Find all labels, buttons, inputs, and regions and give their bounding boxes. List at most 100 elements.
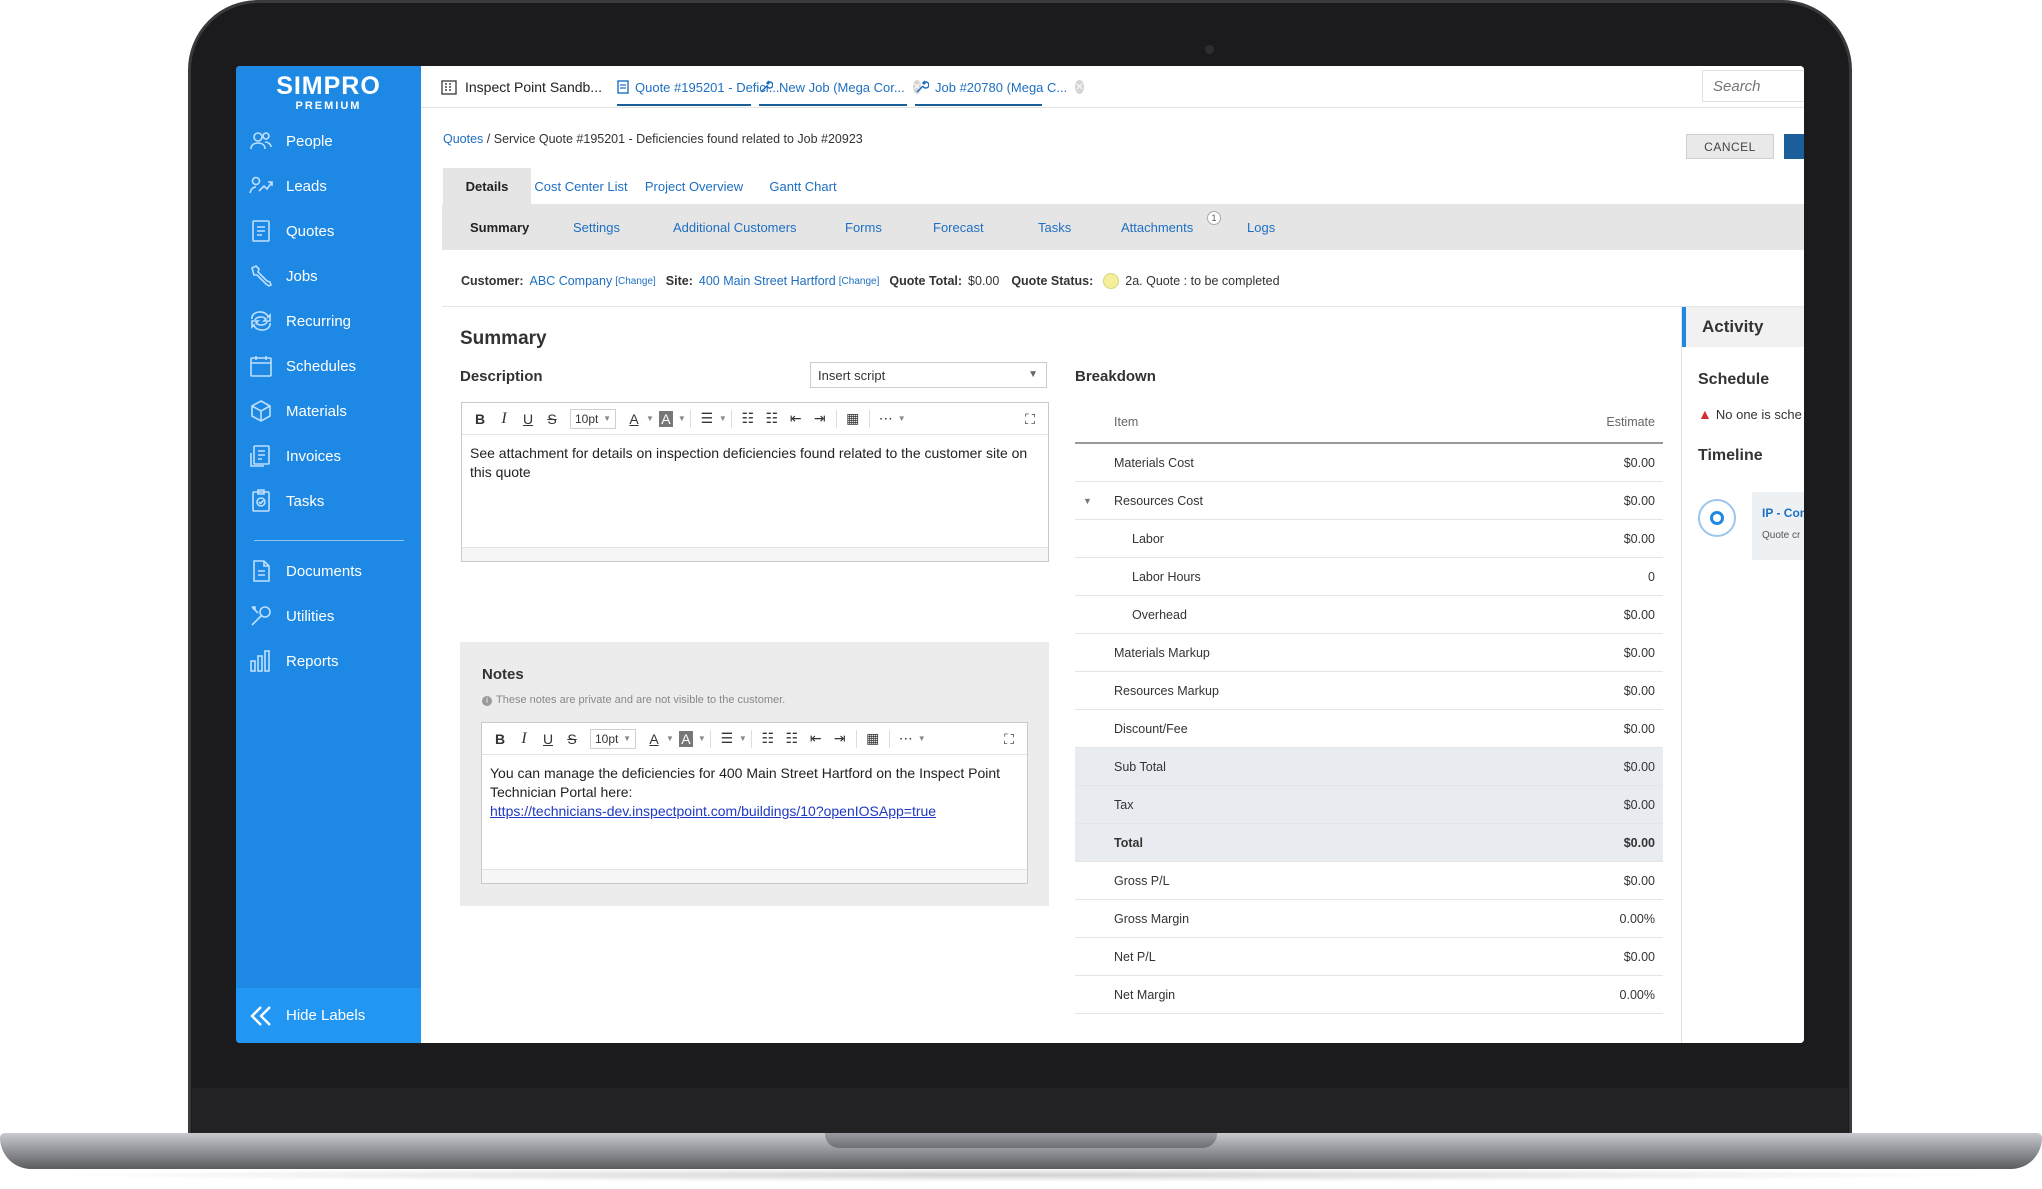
- font-color-icon[interactable]: A: [642, 727, 666, 751]
- subtab-tasks[interactable]: Tasks: [1038, 204, 1071, 250]
- indent-icon[interactable]: ⇥: [808, 407, 832, 431]
- tab-job-20780[interactable]: Job #20780 (Mega C... ✕: [915, 66, 1084, 108]
- subtab-attachments[interactable]: Attachments: [1121, 204, 1193, 250]
- more-icon[interactable]: ⋯: [894, 727, 918, 751]
- subtab-forms[interactable]: Forms: [845, 204, 882, 250]
- outdent-icon[interactable]: ⇤: [784, 407, 808, 431]
- tab-new-job[interactable]: New Job (Mega Cor... ✕: [759, 66, 922, 108]
- caret-down-icon: ▼: [697, 734, 706, 743]
- info-icon: i: [482, 696, 492, 706]
- customer-change-link[interactable]: [Change]: [615, 276, 656, 287]
- reports-icon: [248, 648, 274, 674]
- table-icon[interactable]: ▦: [861, 727, 885, 751]
- close-icon[interactable]: ✕: [1075, 80, 1084, 94]
- description-editor: B I U S 10pt ▼ A ▼ A ▼ ☰ ▼ ☷ ☷ ⇤ ⇥ ▦ ⋯ ▼ ⛶ Se…: [461, 402, 1049, 562]
- sidebar-item-reports[interactable]: Reports: [236, 641, 421, 681]
- breadcrumb-quotes-link[interactable]: Quotes: [443, 132, 483, 146]
- highlight-color-icon[interactable]: A: [654, 407, 678, 431]
- bold-icon[interactable]: B: [468, 407, 492, 431]
- activity-heading[interactable]: Activity: [1682, 307, 1804, 347]
- row-value: 0.00%: [1619, 987, 1655, 1002]
- timeline-dot-icon: [1698, 499, 1736, 537]
- row-label: Overhead: [1132, 607, 1187, 622]
- font-size-select[interactable]: 10pt ▼: [570, 408, 616, 429]
- font-color-icon[interactable]: A: [622, 407, 646, 431]
- primary-action-button[interactable]: [1784, 134, 1804, 159]
- search-input[interactable]: [1703, 71, 1804, 101]
- notes-body[interactable]: You can manage the deficiencies for 400 …: [482, 755, 1027, 830]
- caret-down-icon: ▼: [917, 734, 926, 743]
- numbered-list-icon[interactable]: ☷: [780, 727, 804, 751]
- tab-quote-195201[interactable]: Quote #195201 - Defici...: [617, 66, 780, 108]
- tab-cost-center-list[interactable]: Cost Center List: [534, 168, 627, 204]
- tab-gantt-chart[interactable]: Gantt Chart: [761, 168, 845, 204]
- tab-inspect-point[interactable]: Inspect Point Sandb...: [441, 66, 611, 108]
- sidebar-item-quotes[interactable]: Quotes: [236, 211, 421, 251]
- customer-link[interactable]: ABC Company: [530, 274, 613, 288]
- sidebar-item-materials[interactable]: Materials: [236, 391, 421, 431]
- sidebar-item-people[interactable]: People: [236, 121, 421, 161]
- description-text[interactable]: See attachment for details on inspection…: [462, 435, 1048, 491]
- table-row[interactable]: ▼ Resources Cost $0.00: [1075, 482, 1663, 520]
- table-row: Net Margin 0.00%: [1075, 976, 1663, 1014]
- fullscreen-icon[interactable]: ⛶: [1018, 407, 1042, 431]
- notes-text: You can manage the deficiencies for 400 …: [490, 765, 1001, 800]
- fullscreen-icon[interactable]: ⛶: [997, 727, 1021, 751]
- sidebar-item-utilities[interactable]: Utilities: [236, 596, 421, 636]
- cancel-button[interactable]: CANCEL: [1686, 134, 1774, 159]
- sidebar-item-label: People: [286, 132, 333, 150]
- outdent-icon[interactable]: ⇤: [804, 727, 828, 751]
- sidebar-item-schedules[interactable]: Schedules: [236, 346, 421, 386]
- subtab-summary[interactable]: Summary: [470, 204, 529, 250]
- sidebar-item-invoices[interactable]: Invoices: [236, 436, 421, 476]
- row-value: $0.00: [1623, 873, 1655, 888]
- bullet-list-icon[interactable]: ☷: [756, 727, 780, 751]
- align-icon[interactable]: ☰: [715, 727, 739, 751]
- sidebar-item-recurring[interactable]: Recurring: [236, 301, 421, 341]
- row-label: Resources Cost: [1114, 493, 1203, 508]
- subtab-forecast[interactable]: Forecast: [933, 204, 984, 250]
- sidebar-item-leads[interactable]: Leads: [236, 166, 421, 206]
- quote-status-label: Quote Status:: [1011, 274, 1094, 288]
- subtab-logs[interactable]: Logs: [1247, 204, 1275, 250]
- highlight-color-icon[interactable]: A: [674, 727, 698, 751]
- table-row: Discount/Fee $0.00: [1075, 710, 1663, 748]
- numbered-list-icon[interactable]: ☷: [760, 407, 784, 431]
- sidebar-item-documents[interactable]: Documents: [236, 551, 421, 591]
- strikethrough-icon[interactable]: S: [540, 407, 564, 431]
- align-icon[interactable]: ☰: [695, 407, 719, 431]
- inspectpoint-portal-link[interactable]: https://technicians-dev.inspectpoint.com…: [490, 803, 936, 819]
- underline-icon[interactable]: U: [516, 407, 540, 431]
- bullet-list-icon[interactable]: ☷: [736, 407, 760, 431]
- italic-icon[interactable]: I: [512, 727, 536, 751]
- row-label: Tax: [1114, 797, 1134, 812]
- tab-details[interactable]: Details: [443, 168, 531, 204]
- indent-icon[interactable]: ⇥: [828, 727, 852, 751]
- col-item-header: Item: [1114, 415, 1139, 429]
- more-icon[interactable]: ⋯: [874, 407, 898, 431]
- font-size-select[interactable]: 10pt ▼: [590, 728, 636, 749]
- hide-labels-button[interactable]: Hide Labels: [236, 988, 421, 1043]
- simpro-logo[interactable]: SIMPRO PREMIUM: [236, 72, 421, 112]
- timeline-card[interactable]: IP - Con Quote cr: [1752, 492, 1804, 560]
- sidebar: SIMPRO PREMIUM People Leads Quotes Jobs …: [236, 66, 421, 1043]
- underline-icon[interactable]: U: [536, 727, 560, 751]
- italic-icon[interactable]: I: [492, 407, 516, 431]
- site-link[interactable]: 400 Main Street Hartford: [699, 274, 836, 288]
- caret-down-icon[interactable]: ▼: [1083, 496, 1092, 506]
- sidebar-item-jobs[interactable]: Jobs: [236, 256, 421, 296]
- table-icon[interactable]: ▦: [841, 407, 865, 431]
- site-change-link[interactable]: [Change]: [839, 276, 880, 287]
- tab-project-overview[interactable]: Project Overview: [641, 168, 747, 204]
- toolbar-separator: [750, 729, 752, 748]
- toolbar-separator: [888, 729, 890, 748]
- bold-icon[interactable]: B: [488, 727, 512, 751]
- subtab-additional-customers[interactable]: Additional Customers: [673, 204, 797, 250]
- editor-resize-handle[interactable]: [482, 869, 1027, 883]
- sidebar-item-tasks[interactable]: Tasks: [236, 481, 421, 521]
- insert-script-select[interactable]: Insert script ▼: [810, 362, 1047, 388]
- strikethrough-icon[interactable]: S: [560, 727, 584, 751]
- editor-resize-handle[interactable]: [462, 547, 1048, 561]
- subtab-settings[interactable]: Settings: [573, 204, 620, 250]
- breakdown-table: Item Estimate Materials Cost $0.00 ▼ Resou…: [1075, 402, 1663, 1014]
